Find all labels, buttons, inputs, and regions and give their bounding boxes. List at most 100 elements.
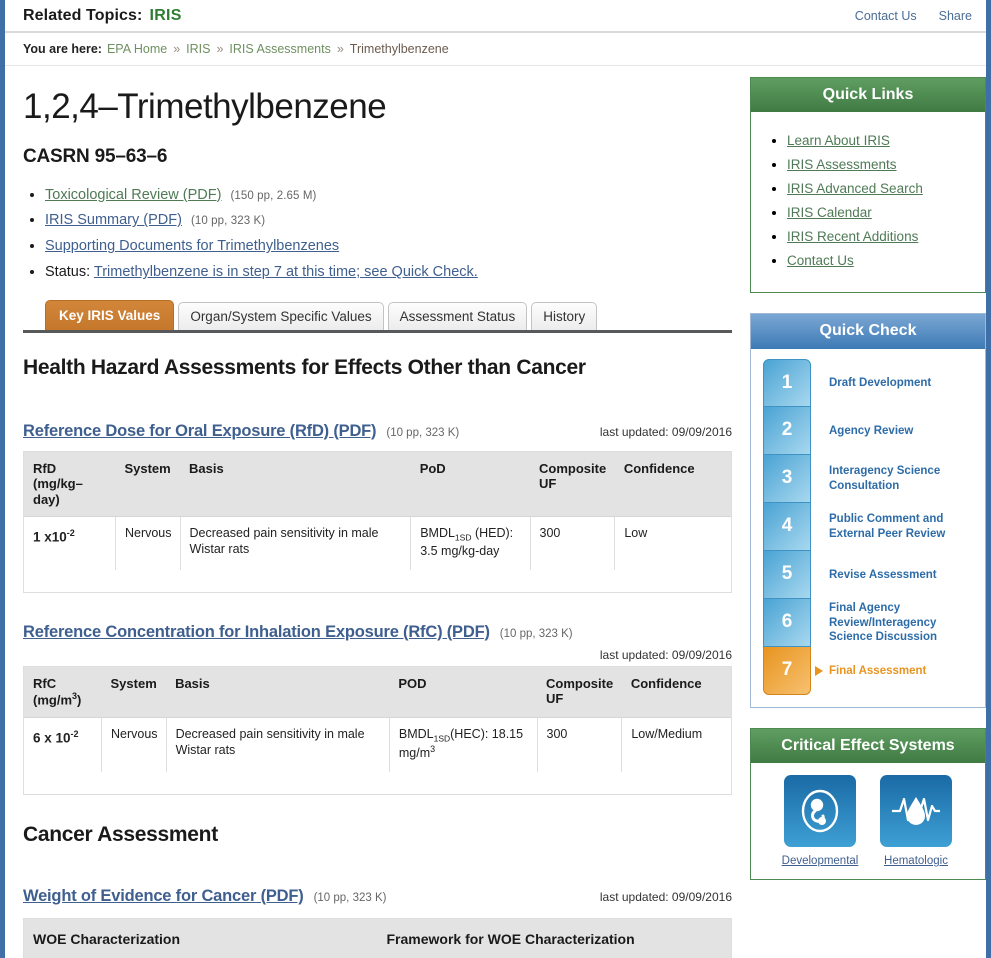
tab-bar: Key IRIS Values Organ/System Specific Va…	[23, 299, 732, 333]
quick-check-step-2[interactable]: 2 Agency Review	[763, 406, 975, 455]
fetus-icon[interactable]	[784, 775, 856, 848]
breadcrumb-item-iris-assessments[interactable]: IRIS Assessments	[229, 42, 330, 56]
quick-check-step-3[interactable]: 3 Interagency Science Consultation	[763, 454, 975, 503]
critical-effect-systems-body: Developmental Hematologic	[751, 763, 985, 879]
blood-drop-icon[interactable]	[880, 775, 952, 848]
woe-link[interactable]: Weight of Evidence for Cancer (PDF)	[23, 887, 304, 906]
quick-check-body: 1 Draft Development 2 Agency Review 3 In…	[751, 349, 985, 707]
related-topics-label: Related Topics:	[23, 6, 143, 24]
main-content: 1,2,4–Trimethylbenzene CASRN 95–63–6 Tox…	[5, 66, 750, 958]
supporting-documents-link[interactable]: Supporting Documents for Trimethylbenzen…	[45, 238, 339, 254]
rfc-table: RfC (mg/m3) System Basis POD Composite UF …	[24, 666, 731, 772]
tab-organ-system-specific-values[interactable]: Organ/System Specific Values	[178, 301, 384, 330]
rfd-link[interactable]: Reference Dose for Oral Exposure (RfD) (…	[23, 422, 377, 441]
step-number: 4	[763, 502, 811, 551]
iris-summary-link[interactable]: IRIS Summary (PDF)	[45, 212, 182, 228]
critical-effect-systems-title: Critical Effect Systems	[751, 728, 985, 764]
step-number: 6	[763, 598, 811, 647]
top-bar-links: Contact Us Share	[855, 9, 972, 23]
quick-link-contact-us[interactable]: Contact Us	[787, 253, 854, 268]
toxicological-review-link[interactable]: Toxicological Review (PDF)	[45, 187, 221, 203]
step-number: 5	[763, 550, 811, 599]
woe-table-wrap: WOE Characterization Framework for WOE C…	[23, 917, 732, 958]
quick-link-iris-assessments[interactable]: IRIS Assessments	[787, 157, 897, 172]
share-link[interactable]: Share	[939, 9, 972, 23]
quick-links-body: Learn About IRIS IRIS Assessments IRIS A…	[751, 112, 985, 292]
cancer-heading: Cancer Assessment	[23, 822, 218, 846]
tab-key-iris-values[interactable]: Key IRIS Values	[45, 299, 175, 330]
page-root: Related Topics: IRIS Contact Us Share You…	[0, 0, 991, 958]
page-title: 1,2,4–Trimethylbenzene	[23, 87, 387, 126]
contact-us-link[interactable]: Contact Us	[855, 9, 917, 23]
rfd-meta: (10 pp, 323 K)	[386, 426, 460, 439]
woe-meta: (10 pp, 323 K)	[313, 891, 387, 904]
rfd-col-confidence: Confidence	[614, 451, 731, 517]
rfd-col-system: System	[115, 451, 181, 517]
rfc-uf: 300	[536, 716, 622, 772]
rfc-table-wrap: RfC (mg/m3) System Basis POD Composite UF …	[23, 665, 732, 795]
quick-link-iris-calendar[interactable]: IRIS Calendar	[787, 205, 872, 220]
woe-col-characterization: WOE Characterization	[24, 918, 378, 958]
critical-effect-developmental: Developmental	[781, 775, 859, 869]
breadcrumb-separator: »	[336, 42, 344, 56]
breadcrumb-current: Trimethylbenzene	[349, 42, 449, 56]
rfd-system: Nervous	[114, 515, 181, 570]
quick-check-title: Quick Check	[751, 314, 985, 349]
step-number: 7	[763, 646, 811, 695]
step-number: 2	[763, 406, 811, 455]
quick-link-iris-recent-additions[interactable]: IRIS Recent Additions	[787, 229, 918, 244]
critical-effect-developmental-label[interactable]: Developmental	[782, 855, 859, 867]
top-bar: Related Topics: IRIS Contact Us Share	[5, 0, 986, 33]
table-row: 1 x10-2 Nervous Decreased pain sensitivi…	[24, 515, 731, 570]
breadcrumb-separator: »	[216, 42, 224, 56]
step-number: 3	[763, 454, 811, 503]
rfd-confidence: Low	[614, 515, 731, 570]
quick-check-step-7[interactable]: 7 Final Assessment	[763, 646, 975, 695]
quick-link-iris-advanced-search[interactable]: IRIS Advanced Search	[787, 181, 923, 196]
noncancer-heading: Health Hazard Assessments for Effects Ot…	[23, 355, 586, 379]
rfc-col-system: System	[101, 666, 167, 718]
step-label: Final Assessment	[811, 647, 930, 695]
document-list: Toxicological Review (PDF) (150 pp, 2.65 …	[23, 186, 732, 282]
rfc-confidence: Low/Medium	[621, 716, 731, 772]
quick-check-step-4[interactable]: 4 Public Comment and External Peer Revie…	[763, 502, 975, 551]
related-topics-value: IRIS	[149, 6, 182, 24]
tab-history[interactable]: History	[531, 301, 598, 330]
rfc-link[interactable]: Reference Concentration for Inhalation E…	[23, 623, 490, 642]
rfc-header: Reference Concentration for Inhalation E…	[23, 623, 732, 642]
rfc-col-pod: POD	[389, 666, 537, 718]
rfc-system: Nervous	[101, 716, 167, 772]
table-row: 6 x 10-2 Nervous Decreased pain sensitiv…	[24, 716, 731, 772]
rfc-meta: (10 pp, 323 K)	[499, 627, 573, 640]
rfd-pod: BMDL1SD (HED): 3.5 mg/kg-day	[410, 515, 530, 570]
rfd-header: Reference Dose for Oral Exposure (RfD) (…	[23, 422, 732, 441]
iris-summary-meta: (10 pp, 323 K)	[190, 215, 266, 228]
step-label: Draft Development	[829, 376, 932, 389]
step-label: Interagency Science Consultation	[829, 465, 941, 492]
quick-check-step-6[interactable]: 6 Final Agency Review/Interagency Scienc…	[763, 598, 975, 647]
body-wrap: 1,2,4–Trimethylbenzene CASRN 95–63–6 Tox…	[5, 66, 986, 958]
tab-assessment-status[interactable]: Assessment Status	[387, 301, 528, 330]
table-header-row: RfD (mg/kg–day) System Basis PoD Composi…	[24, 451, 731, 517]
rfd-table: RfD (mg/kg–day) System Basis PoD Composi…	[24, 451, 731, 570]
step-label: Final Agency Review/Interagency Science …	[829, 602, 938, 643]
casrn-subtitle: CASRN 95–63–6	[23, 145, 168, 167]
quick-links-panel: Quick Links Learn About IRIS IRIS Assess…	[750, 77, 986, 294]
critical-effect-hematologic-label[interactable]: Hematologic	[884, 855, 948, 867]
quick-check-step-5[interactable]: 5 Revise Assessment	[763, 550, 975, 599]
list-item: Supporting Documents for Trimethylbenzen…	[45, 237, 732, 256]
breadcrumb-item-epa-home[interactable]: EPA Home	[107, 42, 167, 56]
rfd-table-wrap: RfD (mg/kg–day) System Basis PoD Composi…	[23, 450, 732, 593]
table-header-row: WOE Characterization Framework for WOE C…	[24, 918, 731, 958]
quick-link-learn-about-iris[interactable]: Learn About IRIS	[787, 133, 890, 148]
list-item: Contact Us	[787, 252, 975, 270]
critical-effect-hematologic: Hematologic	[877, 775, 955, 869]
step-label: Agency Review	[829, 424, 914, 437]
rfc-col-value: RfC (mg/m3)	[24, 666, 102, 718]
breadcrumb-item-iris[interactable]: IRIS	[186, 42, 210, 56]
quick-check-step-1[interactable]: 1 Draft Development	[763, 358, 975, 407]
critical-effect-grid: Developmental Hematologic	[761, 775, 975, 869]
list-item: IRIS Assessments	[787, 156, 975, 174]
status-link[interactable]: Trimethylbenzene is in step 7 at this ti…	[94, 264, 478, 280]
rfd-col-basis: Basis	[180, 451, 411, 517]
